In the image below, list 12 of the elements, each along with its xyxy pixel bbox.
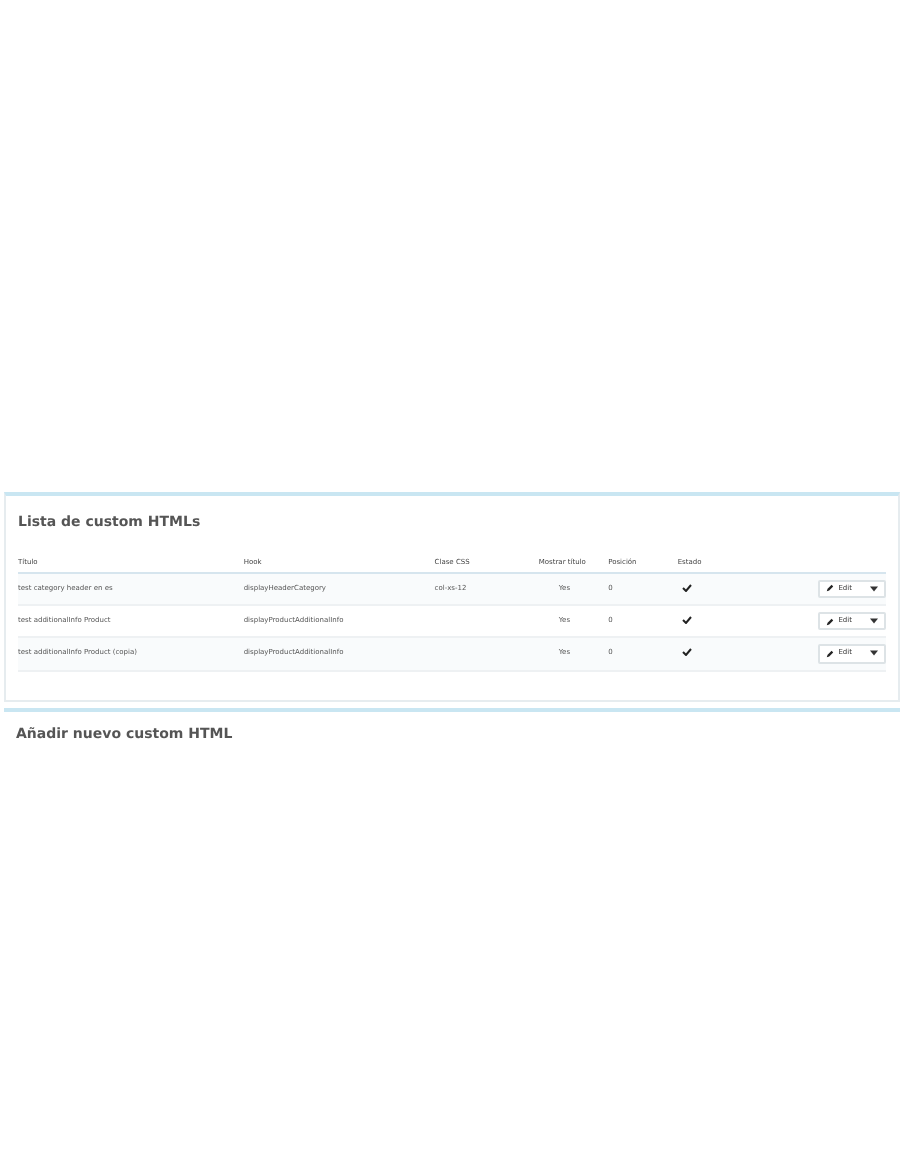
- pencil-icon: [826, 649, 835, 658]
- caret-icon: [870, 650, 878, 657]
- check-icon[interactable]: [681, 583, 692, 592]
- pencil-icon: [826, 617, 835, 626]
- caret-icon: [870, 618, 878, 625]
- check-icon[interactable]: [681, 616, 692, 625]
- dropdown-toggle[interactable]: [864, 614, 884, 629]
- check-icon[interactable]: [681, 648, 692, 657]
- caret-icon: [870, 585, 878, 592]
- dropdown-toggle[interactable]: [864, 646, 884, 661]
- dropdown-toggle[interactable]: [864, 581, 884, 596]
- pencil-icon: [826, 584, 835, 593]
